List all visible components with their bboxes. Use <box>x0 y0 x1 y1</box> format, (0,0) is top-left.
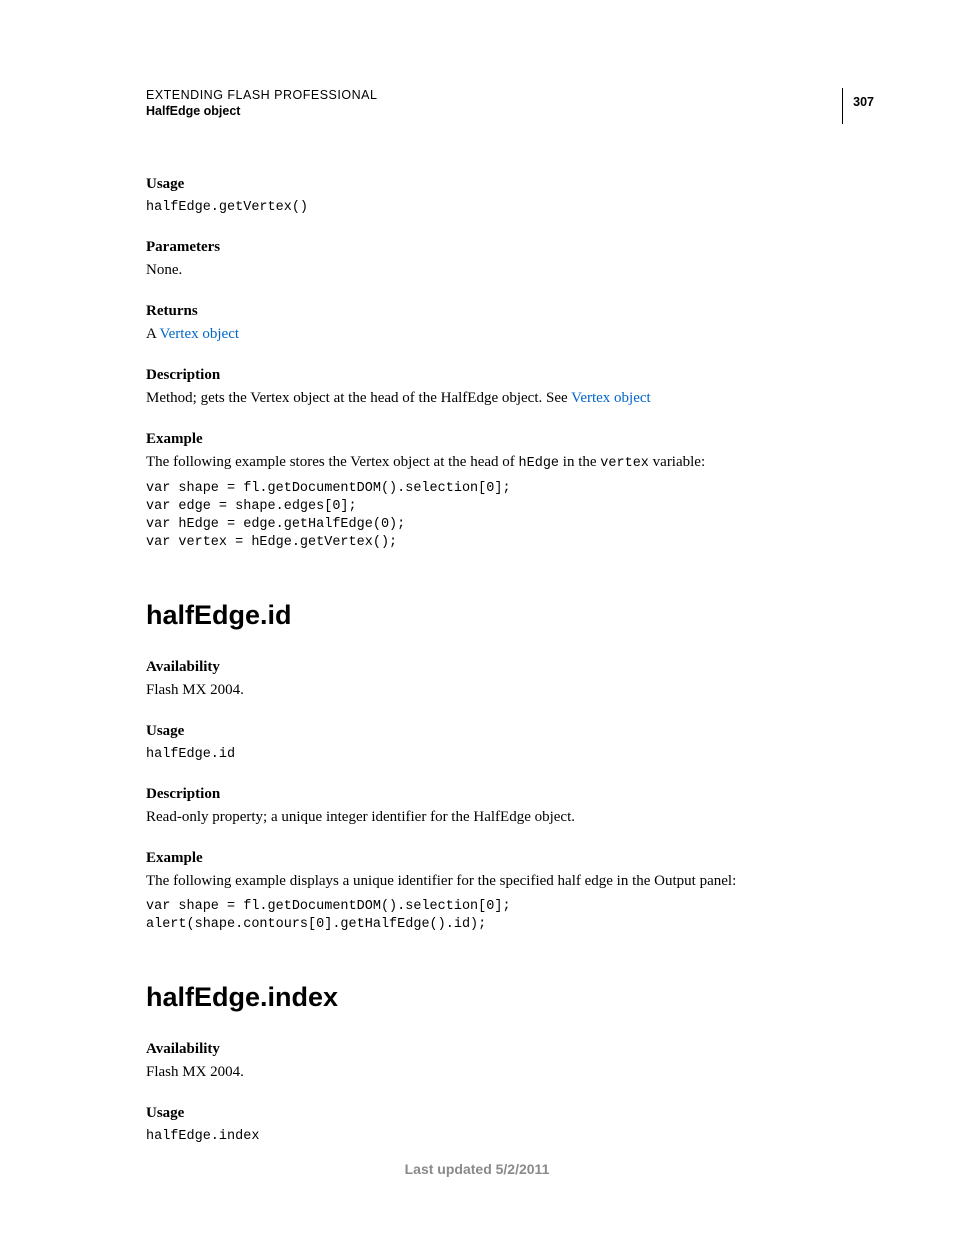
returns-label: Returns <box>146 303 874 320</box>
description-label: Description <box>146 367 874 384</box>
example-text-part: The following example stores the Vertex … <box>146 454 519 470</box>
usage-label: Usage <box>146 176 874 193</box>
availability-label: Availability <box>146 1041 874 1058</box>
section-heading-index: halfEdge.index <box>146 982 874 1013</box>
description-label: Description <box>146 786 874 803</box>
example-label: Example <box>146 850 874 867</box>
usage-code: halfEdge.getVertex() <box>146 199 874 217</box>
vertex-object-link[interactable]: Vertex object <box>159 326 239 342</box>
usage-code: halfEdge.id <box>146 746 874 764</box>
description-text: Read-only property; a unique integer ide… <box>146 807 874 828</box>
description-prefix: Method; gets the Vertex object at the he… <box>146 390 571 406</box>
availability-text: Flash MX 2004. <box>146 680 874 701</box>
example-code-block: var shape = fl.getDocumentDOM().selectio… <box>146 480 874 552</box>
example-text-part: variable: <box>649 454 705 470</box>
vertex-object-link[interactable]: Vertex object <box>571 390 651 406</box>
returns-text: A Vertex object <box>146 324 874 345</box>
code-inline: hEdge <box>519 456 560 471</box>
code-inline: vertex <box>600 456 649 471</box>
availability-label: Availability <box>146 659 874 676</box>
availability-text: Flash MX 2004. <box>146 1062 874 1083</box>
doc-title: EXTENDING FLASH PROFESSIONAL <box>146 88 377 102</box>
example-label: Example <box>146 431 874 448</box>
description-text: Method; gets the Vertex object at the he… <box>146 388 874 409</box>
usage-code: halfEdge.index <box>146 1128 874 1146</box>
example-text-part: in the <box>559 454 600 470</box>
doc-subtitle: HalfEdge object <box>146 104 377 118</box>
returns-prefix: A <box>146 326 159 342</box>
example-text: The following example displays a unique … <box>146 871 874 892</box>
usage-label: Usage <box>146 1105 874 1122</box>
usage-label: Usage <box>146 723 874 740</box>
section-heading-id: halfEdge.id <box>146 600 874 631</box>
footer-text: Last updated 5/2/2011 <box>0 1161 954 1177</box>
parameters-text: None. <box>146 260 874 281</box>
page-header: EXTENDING FLASH PROFESSIONAL HalfEdge ob… <box>146 88 874 124</box>
page-number: 307 <box>842 88 874 124</box>
example-text: The following example stores the Vertex … <box>146 452 874 474</box>
parameters-label: Parameters <box>146 239 874 256</box>
example-code-block: var shape = fl.getDocumentDOM().selectio… <box>146 898 874 934</box>
